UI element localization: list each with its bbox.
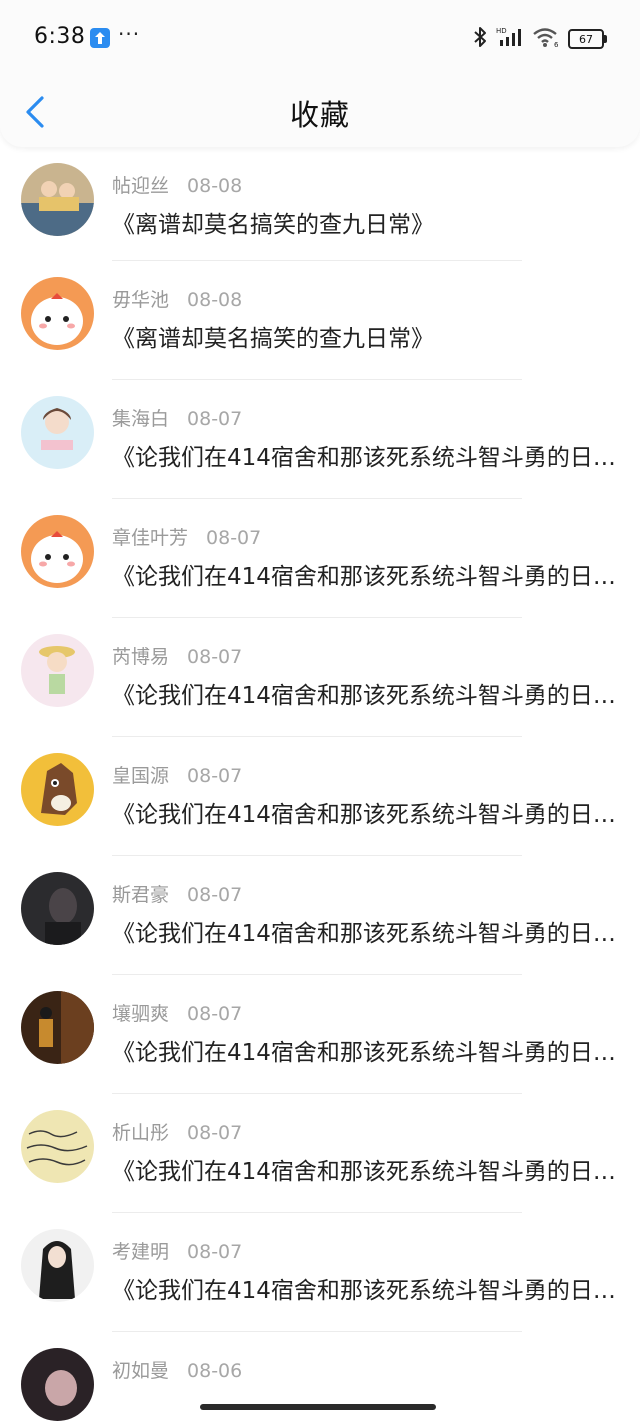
- status-bar: 6:38 ··· HD 6 67: [0, 0, 640, 78]
- avatar: [21, 277, 94, 350]
- author-name: 壤驷爽: [112, 1003, 170, 1025]
- more-dots-icon: ···: [118, 22, 141, 46]
- item-date: 08-08: [187, 175, 243, 197]
- item-date: 08-07: [187, 408, 243, 430]
- avatar: [21, 872, 94, 945]
- list-item[interactable]: 毋华池 08-08 《离谱却莫名搞笑的查九日常》: [0, 261, 640, 380]
- item-title: 《论我们在414宿舍和那该死系统斗智斗勇的日常》: [112, 445, 617, 471]
- item-meta: 皇国源 08-07: [112, 761, 242, 788]
- author-name: 斯君豪: [112, 884, 170, 906]
- item-title: 《论我们在414宿舍和那该死系统斗智斗勇的日常》: [112, 1159, 617, 1185]
- avatar: [21, 1110, 94, 1183]
- list-item[interactable]: 斯君豪 08-07 《论我们在414宿舍和那该死系统斗智斗勇的日常》: [0, 856, 640, 975]
- item-meta: 集海白 08-07: [112, 404, 242, 431]
- author-name: 章佳叶芳: [112, 527, 189, 549]
- item-date: 08-08: [187, 289, 243, 311]
- list-item[interactable]: 芮博易 08-07 《论我们在414宿舍和那该死系统斗智斗勇的日常》: [0, 618, 640, 737]
- item-title: 《论我们在414宿舍和那该死系统斗智斗勇的日常》: [112, 921, 617, 947]
- avatar: [21, 515, 94, 588]
- header-card: 6:38 ··· HD 6 67 收藏: [0, 0, 640, 147]
- item-date: 08-07: [187, 646, 243, 668]
- wifi-icon: 6: [532, 26, 560, 52]
- signal-icon: HD: [496, 26, 524, 52]
- svg-text:HD: HD: [496, 27, 507, 35]
- list-item[interactable]: 考建明 08-07 《论我们在414宿舍和那该死系统斗智斗勇的日常》: [0, 1213, 640, 1332]
- bluetooth-icon: [472, 26, 488, 52]
- avatar: [21, 1229, 94, 1302]
- avatar: [21, 396, 94, 469]
- item-title: 《论我们在414宿舍和那该死系统斗智斗勇的日常》: [112, 1278, 617, 1304]
- author-name: 初如曼: [112, 1360, 170, 1382]
- upload-icon: [90, 28, 110, 48]
- item-title: 《论我们在414宿舍和那该死系统斗智斗勇的日常》: [112, 683, 617, 709]
- author-name: 集海白: [112, 408, 170, 430]
- list-item[interactable]: 章佳叶芳 08-07 《论我们在414宿舍和那该死系统斗智斗勇的日常》: [0, 499, 640, 618]
- nav-bar: 收藏: [0, 78, 640, 147]
- avatar: [21, 991, 94, 1064]
- avatar: [21, 163, 94, 236]
- author-name: 毋华池: [112, 289, 170, 311]
- list-item[interactable]: 帖迎丝 08-08 《离谱却莫名搞笑的查九日常》: [0, 147, 640, 261]
- item-meta: 帖迎丝 08-08: [112, 171, 242, 198]
- item-meta: 章佳叶芳 08-07: [112, 523, 261, 550]
- page-title: 收藏: [289, 98, 350, 132]
- avatar: [21, 753, 94, 826]
- item-date: 08-07: [187, 1003, 243, 1025]
- item-title: 《论我们在414宿舍和那该死系统斗智斗勇的日常》: [112, 564, 617, 590]
- item-meta: 考建明 08-07: [112, 1237, 242, 1264]
- item-date: 08-06: [187, 1360, 243, 1382]
- author-name: 帖迎丝: [112, 175, 170, 197]
- author-name: 考建明: [112, 1241, 170, 1263]
- item-meta: 壤驷爽 08-07: [112, 999, 242, 1026]
- item-date: 08-07: [187, 1122, 243, 1144]
- author-name: 析山彤: [112, 1122, 170, 1144]
- item-date: 08-07: [187, 765, 243, 787]
- status-icons: HD 6 67: [472, 26, 607, 52]
- item-meta: 初如曼 08-06: [112, 1356, 242, 1383]
- home-indicator[interactable]: [200, 1404, 436, 1410]
- item-title: 《论我们在414宿舍和那该死系统斗智斗勇的日常》: [112, 802, 617, 828]
- item-meta: 斯君豪 08-07: [112, 880, 242, 907]
- list-item[interactable]: 集海白 08-07 《论我们在414宿舍和那该死系统斗智斗勇的日常》: [0, 380, 640, 499]
- author-name: 芮博易: [112, 646, 170, 668]
- avatar: [21, 1348, 94, 1421]
- item-meta: 芮博易 08-07: [112, 642, 242, 669]
- avatar: [21, 634, 94, 707]
- item-title: 《离谱却莫名搞笑的查九日常》: [112, 212, 434, 238]
- battery-icon: 67: [568, 29, 607, 49]
- author-name: 皇国源: [112, 765, 170, 787]
- item-title: 《离谱却莫名搞笑的查九日常》: [112, 326, 434, 352]
- item-meta: 毋华池 08-08: [112, 285, 242, 312]
- status-time: 6:38: [34, 24, 86, 49]
- list-item[interactable]: 析山彤 08-07 《论我们在414宿舍和那该死系统斗智斗勇的日常》: [0, 1094, 640, 1213]
- item-date: 08-07: [187, 884, 243, 906]
- item-meta: 析山彤 08-07: [112, 1118, 242, 1145]
- item-date: 08-07: [187, 1241, 243, 1263]
- item-date: 08-07: [206, 527, 262, 549]
- favorites-list: 帖迎丝 08-08 《离谱却莫名搞笑的查九日常》 毋华池 08-08 《离谱却莫…: [0, 147, 640, 1422]
- list-item[interactable]: 壤驷爽 08-07 《论我们在414宿舍和那该死系统斗智斗勇的日常》: [0, 975, 640, 1094]
- favorites-screen: 6:38 ··· HD 6 67 收藏 帖迎丝 08-08 《离谱却莫名搞笑的查…: [0, 0, 640, 1422]
- item-title: 《论我们在414宿舍和那该死系统斗智斗勇的日常》: [112, 1040, 617, 1066]
- svg-text:6: 6: [554, 41, 559, 48]
- list-item[interactable]: 皇国源 08-07 《论我们在414宿舍和那该死系统斗智斗勇的日常》: [0, 737, 640, 856]
